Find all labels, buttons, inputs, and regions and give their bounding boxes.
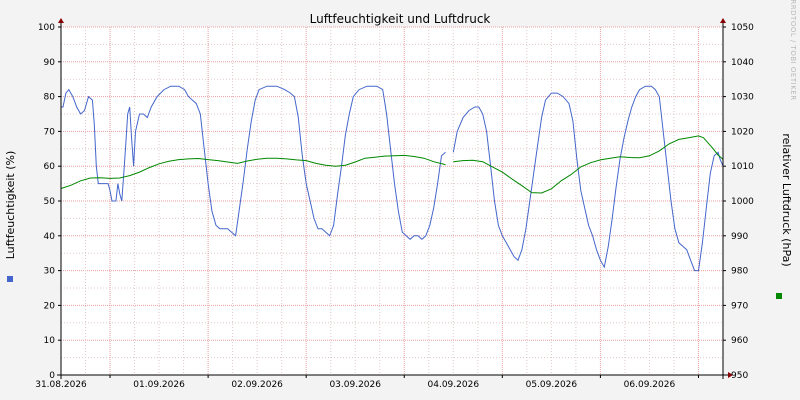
chart-title: Luftfeuchtigkeit und Luftdruck (310, 12, 491, 26)
humidity-legend-marker (7, 276, 13, 282)
watermark: RRDTOOL / TOBI OETIKER (789, 0, 797, 101)
right-tick-label: 1040 (731, 58, 754, 68)
left-tick-label: 70 (44, 127, 56, 137)
right-tick-label: 950 (731, 371, 748, 381)
left-tick-label: 20 (44, 301, 56, 311)
pressure-legend-marker (776, 293, 782, 299)
chart-canvas: 0 10 20 30 40 50 60 70 80 90 100 950 960 970 980 990 10… (0, 0, 800, 400)
left-y-ticks: 0102030405060708090100 (38, 23, 61, 381)
right-tick-label: 1010 (731, 162, 754, 172)
right-tick-label: 990 (731, 232, 748, 242)
right-tick-label: 960 (731, 336, 748, 346)
right-axis-arrow-icon (720, 18, 726, 23)
left-tick-label: 90 (44, 58, 56, 68)
left-tick-label: 80 (44, 93, 56, 103)
left-axis-arrow-icon (58, 18, 64, 23)
left-tick-label: 50 (44, 197, 56, 207)
chart-svg: 0102030405060708090100 95096097098099010… (4, 0, 797, 390)
left-y-axis-label: Luftfeuchtigkeit (%) (4, 151, 17, 260)
left-tick-label: 10 (44, 336, 56, 346)
x-tick-label: 04.09.2026 (428, 380, 480, 390)
left-tick-label: 30 (44, 267, 56, 277)
right-tick-label: 970 (731, 301, 748, 311)
left-tick-label: 100 (38, 23, 55, 33)
x-tick-label: 02.09.2026 (231, 380, 283, 390)
x-ticks: 31.08.2026 01.09.2026 02.09.2026 03.09.2026… (35, 375, 699, 390)
x-tick-label: 05.09.2026 (526, 380, 578, 390)
left-tick-label: 60 (44, 162, 56, 172)
x-tick-label: 31.08.2026 (35, 380, 87, 390)
right-tick-label: 980 (731, 267, 748, 277)
right-y-axis-label: relativer Luftdruck (hPa) (780, 133, 793, 266)
left-tick-label: 40 (44, 232, 56, 242)
x-tick-label: 03.09.2026 (329, 380, 381, 390)
x-tick-label: 01.09.2026 (133, 380, 185, 390)
right-tick-label: 1000 (731, 197, 754, 207)
right-tick-label: 1050 (731, 23, 754, 33)
right-tick-label: 1030 (731, 93, 754, 103)
x-tick-label: 06.09.2026 (624, 380, 676, 390)
right-y-ticks: 950 960 970 980 990 1000 1010 1020 1030 1040 1050 (723, 23, 754, 381)
right-tick-label: 1020 (731, 127, 754, 137)
